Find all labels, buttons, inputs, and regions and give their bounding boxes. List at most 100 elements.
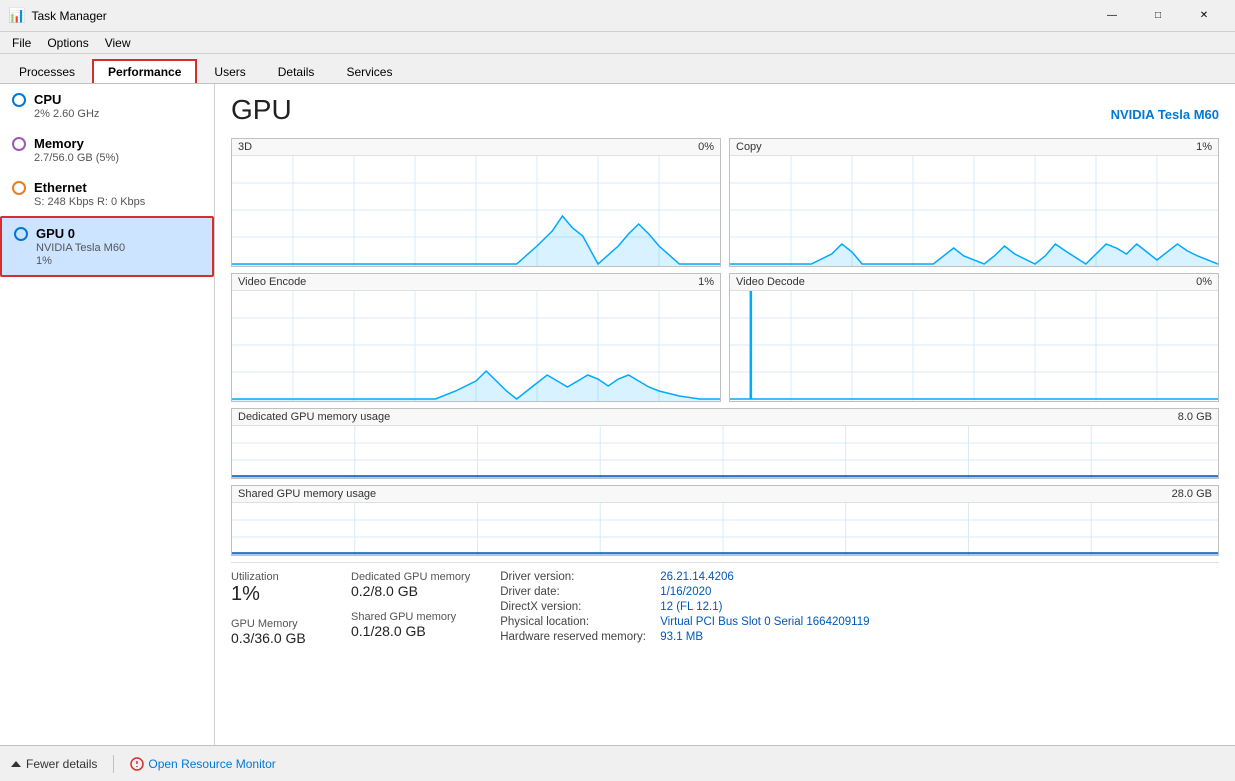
bottom-bar: Fewer details Open Resource Monitor xyxy=(0,745,1235,781)
stats-left: Utilization 1% GPU Memory 0.3/36.0 GB De… xyxy=(231,571,470,646)
utilization-value: 1% xyxy=(231,583,331,606)
physical-val: Virtual PCI Bus Slot 0 Serial 1664209119 xyxy=(660,616,869,628)
main-layout: CPU 2% 2.60 GHz Memory 2.7/56.0 GB (5%) … xyxy=(0,84,1235,745)
cpu-dot xyxy=(12,93,26,107)
memory-dot xyxy=(12,137,26,151)
chart-copy-label: Copy xyxy=(736,141,762,153)
sidebar-item-memory[interactable]: Memory 2.7/56.0 GB (5%) xyxy=(0,128,214,172)
chart-copy-svg xyxy=(730,156,1218,266)
chart-copy-pct: 1% xyxy=(1196,141,1212,153)
window-controls: — □ ✕ xyxy=(1089,0,1227,32)
driver-version-val: 26.21.14.4206 xyxy=(660,571,734,583)
dedicated-value: 0.2/8.0 GB xyxy=(351,583,470,599)
ethernet-sub: S: 248 Kbps R: 0 Kbps xyxy=(34,196,202,208)
open-resource-monitor-button[interactable]: Open Resource Monitor xyxy=(130,757,275,771)
chart-copy-label-row: Copy 1% xyxy=(730,139,1218,156)
gpu0-name: GPU 0 xyxy=(36,226,75,241)
titlebar: 📊 Task Manager — □ ✕ xyxy=(0,0,1235,32)
hardware-val: 93.1 MB xyxy=(660,631,703,643)
chart-encode-svg xyxy=(232,291,720,401)
chart-shared-canvas xyxy=(232,503,1218,555)
gpu0-model: NVIDIA Tesla M60 xyxy=(36,242,200,254)
app-icon: 📊 xyxy=(8,7,25,24)
chart-encode-pct: 1% xyxy=(698,276,714,288)
chart-shared-label: Shared GPU memory usage xyxy=(238,488,376,500)
ethernet-dot xyxy=(12,181,26,195)
chart-shared-size: 28.0 GB xyxy=(1172,488,1212,500)
fewer-details-button[interactable]: Fewer details xyxy=(10,757,97,771)
tab-services[interactable]: Services xyxy=(331,60,407,83)
tab-performance[interactable]: Performance xyxy=(92,59,197,83)
stats-section: Utilization 1% GPU Memory 0.3/36.0 GB De… xyxy=(231,562,1219,646)
utilization-label: Utilization xyxy=(231,571,331,583)
app-title: Task Manager xyxy=(31,9,1089,23)
chart-decode-canvas xyxy=(730,291,1218,401)
info-driver-version: Driver version: 26.21.14.4206 xyxy=(500,571,1219,583)
gpu-title: GPU xyxy=(231,94,292,126)
ethernet-name: Ethernet xyxy=(34,180,87,195)
charts-row-top: 3D 0% xyxy=(231,138,1219,267)
dedicated-label: Dedicated GPU memory xyxy=(351,571,470,583)
info-driver-date: Driver date: 1/16/2020 xyxy=(500,586,1219,598)
memory-header: Memory xyxy=(12,136,202,151)
chart-dedicated-size: 8.0 GB xyxy=(1178,411,1212,423)
gpu0-header: GPU 0 xyxy=(14,226,200,241)
chart-shared-memory: Shared GPU memory usage 28.0 GB xyxy=(231,485,1219,556)
driver-version-key: Driver version: xyxy=(500,571,660,583)
stat-utilization: Utilization 1% GPU Memory 0.3/36.0 GB xyxy=(231,571,331,646)
chart-shared-svg xyxy=(232,503,1218,555)
info-directx: DirectX version: 12 (FL 12.1) xyxy=(500,601,1219,613)
chart-video-encode: Video Encode 1% xyxy=(231,273,721,402)
chart-encode-label-row: Video Encode 1% xyxy=(232,274,720,291)
memory-name: Memory xyxy=(34,136,84,151)
charts-row-mid: Video Encode 1% xyxy=(231,273,1219,402)
chart-video-decode: Video Decode 0% xyxy=(729,273,1219,402)
gpu0-dot xyxy=(14,227,28,241)
sidebar-item-gpu0[interactable]: GPU 0 NVIDIA Tesla M60 1% xyxy=(0,216,214,277)
shared-value: 0.1/28.0 GB xyxy=(351,623,470,639)
chart-copy: Copy 1% xyxy=(729,138,1219,267)
chart-3d-svg xyxy=(232,156,720,266)
info-hardware: Hardware reserved memory: 93.1 MB xyxy=(500,631,1219,643)
cpu-sub: 2% 2.60 GHz xyxy=(34,108,202,120)
physical-key: Physical location: xyxy=(500,616,660,628)
tab-details[interactable]: Details xyxy=(263,60,330,83)
chart-3d-pct: 0% xyxy=(698,141,714,153)
tab-users[interactable]: Users xyxy=(199,60,260,83)
menu-file[interactable]: File xyxy=(4,34,39,52)
gpu-header-row: GPU NVIDIA Tesla M60 xyxy=(231,94,1219,126)
fewer-details-label: Fewer details xyxy=(26,757,97,771)
resource-monitor-icon xyxy=(130,757,144,771)
gpu0-pct: 1% xyxy=(36,255,200,267)
gpu-model: NVIDIA Tesla M60 xyxy=(1111,107,1219,122)
hardware-key: Hardware reserved memory: xyxy=(500,631,660,643)
menu-view[interactable]: View xyxy=(97,34,139,52)
cpu-header: CPU xyxy=(12,92,202,107)
sidebar-item-cpu[interactable]: CPU 2% 2.60 GHz xyxy=(0,84,214,128)
chart-dedicated-memory: Dedicated GPU memory usage 8.0 GB xyxy=(231,408,1219,479)
driver-date-val: 1/16/2020 xyxy=(660,586,711,598)
chart-dedicated-svg xyxy=(232,426,1218,478)
maximize-button[interactable]: □ xyxy=(1135,0,1181,32)
sidebar-item-ethernet[interactable]: Ethernet S: 248 Kbps R: 0 Kbps xyxy=(0,172,214,216)
close-button[interactable]: ✕ xyxy=(1181,0,1227,32)
chart-decode-svg xyxy=(730,291,1218,401)
chevron-up-icon xyxy=(10,758,22,770)
info-table: Driver version: 26.21.14.4206 Driver dat… xyxy=(500,571,1219,646)
directx-val: 12 (FL 12.1) xyxy=(660,601,722,613)
menu-options[interactable]: Options xyxy=(39,34,96,52)
chart-decode-label-row: Video Decode 0% xyxy=(730,274,1218,291)
chart-3d-canvas xyxy=(232,156,720,266)
tab-processes[interactable]: Processes xyxy=(4,60,90,83)
shared-label: Shared GPU memory xyxy=(351,611,470,623)
minimize-button[interactable]: — xyxy=(1089,0,1135,32)
bottom-divider xyxy=(113,755,114,773)
memory-sub: 2.7/56.0 GB (5%) xyxy=(34,152,202,164)
stat-dedicated: Dedicated GPU memory 0.2/8.0 GB Shared G… xyxy=(351,571,470,646)
directx-key: DirectX version: xyxy=(500,601,660,613)
ethernet-header: Ethernet xyxy=(12,180,202,195)
gpu-memory-value: 0.3/36.0 GB xyxy=(231,630,331,646)
info-physical: Physical location: Virtual PCI Bus Slot … xyxy=(500,616,1219,628)
content-area: GPU NVIDIA Tesla M60 3D 0% xyxy=(215,84,1235,745)
tabbar: Processes Performance Users Details Serv… xyxy=(0,54,1235,84)
